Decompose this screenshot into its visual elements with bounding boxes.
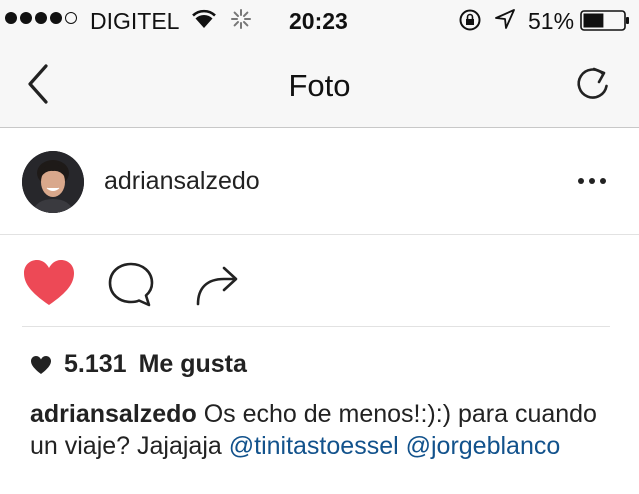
location-arrow-icon [495,9,515,29]
likes-label: Me gusta [138,350,247,378]
page-title: Foto [288,68,351,103]
carrier-name: DIGITEL [90,8,180,34]
post-actions [0,236,639,328]
caption-username[interactable]: adriansalzedo [30,400,197,428]
avatar[interactable] [22,151,84,213]
post-username[interactable]: adriansalzedo [104,167,260,196]
post-header: adriansalzedo [0,129,639,235]
status-bar: DIGITEL 20:23 51% [0,0,639,40]
clock-time: 20:23 [289,8,348,34]
mention-link[interactable]: @tinitastoessel [229,432,399,460]
divider [22,326,610,327]
signal-strength-icon [5,12,77,24]
more-options-button[interactable] [578,169,614,193]
comment-button[interactable] [106,260,156,310]
battery-percent: 51% [528,8,575,34]
avatar-image [22,151,84,213]
likes-number: 5.131 [64,350,127,378]
post-caption: adriansalzedo Os echo de menos!:):) para… [30,398,620,462]
battery-icon [580,10,629,31]
navigation-bar: Foto [0,40,639,128]
like-button[interactable] [22,258,76,308]
refresh-button[interactable] [572,63,614,105]
likes-count[interactable]: 5.131 Me gusta [30,350,247,379]
ellipsis-icon [578,178,584,184]
mention-link[interactable]: @jorgeblanco [406,432,561,460]
rotation-lock-icon [459,9,481,31]
activity-spinner-icon [231,9,251,29]
share-button[interactable] [192,260,242,308]
heart-icon [31,355,51,374]
wifi-icon [192,9,216,28]
